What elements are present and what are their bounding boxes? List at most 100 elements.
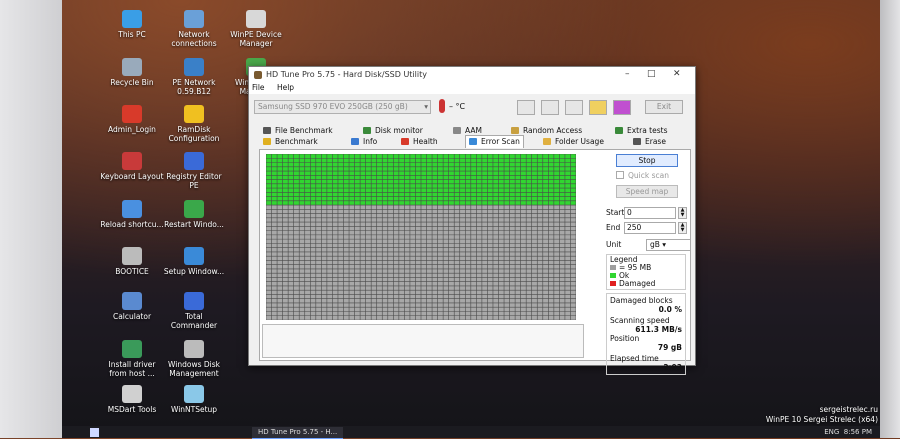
clock[interactable]: 8:56 PM [844,428,872,436]
desktop-icon[interactable]: RamDisk Configuration [162,105,226,143]
temperature-readout: – °C [449,102,466,111]
desktop-icon[interactable]: MSDart Tools [100,385,164,414]
app-shortcut-icon [122,10,142,28]
options-icon[interactable] [589,100,607,115]
desktop-icon[interactable]: Restart Windo... [162,200,226,229]
title-bar[interactable]: HD Tune Pro 5.75 - Hard Disk/SSD Utility… [249,67,695,83]
taskbar-app-hdtune[interactable]: HD Tune Pro 5.75 - H... [252,427,344,439]
scan-stats: Damaged blocks 0.0 % Scanning speed 611.… [606,293,686,375]
tab-disk-monitor[interactable]: Disk monitor [363,125,423,136]
desktop-icon[interactable]: WinPE Device Manager [224,10,288,48]
window-title: HD Tune Pro 5.75 - Hard Disk/SSD Utility [266,70,427,79]
app-shortcut-icon [184,58,204,76]
end-field: End 250 ▲ ▼ [606,222,687,234]
tab-icon [543,138,551,145]
start-spinner-icon[interactable]: ▲ ▼ [678,207,687,219]
desktop-icon-label: Recycle Bin [110,78,154,87]
tab-info[interactable]: Info [351,136,377,147]
tab-health[interactable]: Health [401,136,438,147]
copy-info-icon[interactable] [517,100,535,115]
desktop-icon[interactable]: Calculator [100,292,164,321]
desktop-icon[interactable]: Admin_Login [100,105,164,134]
desktop-icon[interactable]: Setup Window... [162,247,226,276]
desktop-icon-label: Registry Editor PE [166,172,222,190]
app-shortcut-icon [122,58,142,76]
legend-item-damaged: Damaged [610,280,682,288]
copy-text-icon[interactable] [541,100,559,115]
tab-folder-usage[interactable]: Folder Usage [543,136,604,147]
menu-file[interactable]: File [252,83,265,92]
desktop-icon-label: Total Commander [170,312,218,330]
desktop-icon[interactable]: WinNTSetup [162,385,226,414]
end-input[interactable]: 250 [624,222,676,234]
error-scan-panel: Stop Quick scan Speed map Start 0 ▲ ▼ End… [259,149,691,375]
scan-log-area [262,324,584,358]
desktop-icon-label: Calculator [112,312,152,321]
desktop-icon[interactable]: PE Network 0.59.B12 [162,58,226,96]
desktop-icon-label: Reload shortcu... [100,220,164,229]
system-tray: ENG 8:56 PM [824,428,872,436]
exit-button[interactable]: Exit [645,100,683,114]
desktop-icon[interactable]: Keyboard Layout [100,152,164,181]
taskbar: HD Tune Pro 5.75 - H... ENG 8:56 PM [62,426,880,439]
tab-error-scan[interactable]: Error Scan [465,135,524,148]
app-shortcut-icon [184,385,204,403]
toolbar: Samsung SSD 970 EVO 250GB (250 gB) ▾ – °… [249,97,695,119]
tab-icon [469,138,477,145]
desktop-icon[interactable]: Registry Editor PE [162,152,226,190]
speed-map-button[interactable]: Speed map [616,185,678,198]
desktop-icon-label: Admin_Login [108,125,156,134]
tab-strip: File Benchmark Disk monitor AAM Random Acce… [263,125,683,148]
tab-icon [453,127,461,134]
desktop-icon[interactable]: BOOTICE [100,247,164,276]
unit-select[interactable]: gB ▾ [646,239,691,251]
quick-scan-checkbox[interactable]: Quick scan [616,171,686,180]
tab-icon [263,138,271,145]
desktop-icon-label: BOOTICE [115,267,149,276]
desktop-icon[interactable]: This PC [100,10,164,39]
app-shortcut-icon [184,292,204,310]
end-spinner-icon[interactable]: ▲ ▼ [678,222,687,234]
maximize-icon[interactable]: □ [647,69,656,79]
close-icon[interactable]: ✕ [673,69,681,79]
app-shortcut-icon [184,105,204,123]
desktop-icon-label: Windows Disk Management [168,360,220,378]
app-shortcut-icon [122,385,142,403]
desktop-icon-label: MSDart Tools [107,405,157,414]
stop-button[interactable]: Stop [616,154,678,167]
desktop-icon[interactable]: Network connections [162,10,226,48]
menu-bar: File Help [249,83,695,94]
windows-start-icon[interactable] [90,428,99,437]
tab-benchmark[interactable]: Benchmark [263,136,318,147]
hdtune-window: HD Tune Pro 5.75 - Hard Disk/SSD Utility… [248,66,696,375]
desktop-icon-label: RamDisk Configuration [168,125,220,143]
app-shortcut-icon [122,152,142,170]
desktop-icon[interactable]: Total Commander [162,292,226,330]
chevron-down-icon: ▾ [662,240,667,249]
error-scan-block-map [266,154,576,320]
tab-file-benchmark[interactable]: File Benchmark [263,125,333,136]
app-shortcut-icon [246,10,266,28]
desktop-icon[interactable]: Recycle Bin [100,58,164,87]
app-shortcut-icon [122,200,142,218]
monitor-bezel-right [880,0,900,438]
save-icon[interactable] [613,100,631,115]
desktop-icon[interactable]: Windows Disk Management [162,340,226,378]
start-input[interactable]: 0 [624,207,676,219]
app-shortcut-icon [122,105,142,123]
drive-select[interactable]: Samsung SSD 970 EVO 250GB (250 gB) ▾ [254,100,431,114]
position-value: 79 gB [657,343,682,352]
desktop-icon[interactable]: Reload shortcu... [100,200,164,229]
desktop-icon-label: WinNTSetup [170,405,218,414]
menu-help[interactable]: Help [277,83,294,92]
tab-erase[interactable]: Erase [633,136,666,147]
app-shortcut-icon [122,247,142,265]
checkbox-icon [616,171,624,179]
watermark: sergeistrelec.ru WinPE 10 Sergei Strelec… [765,405,878,424]
start-field: Start 0 ▲ ▼ [606,207,687,219]
minimize-icon[interactable]: – [625,69,630,79]
desktop-icon[interactable]: Install driver from host ... [100,340,164,378]
screenshot-icon[interactable] [565,100,583,115]
app-shortcut-icon [122,340,142,358]
tab-extra-tests[interactable]: Extra tests [615,125,668,136]
